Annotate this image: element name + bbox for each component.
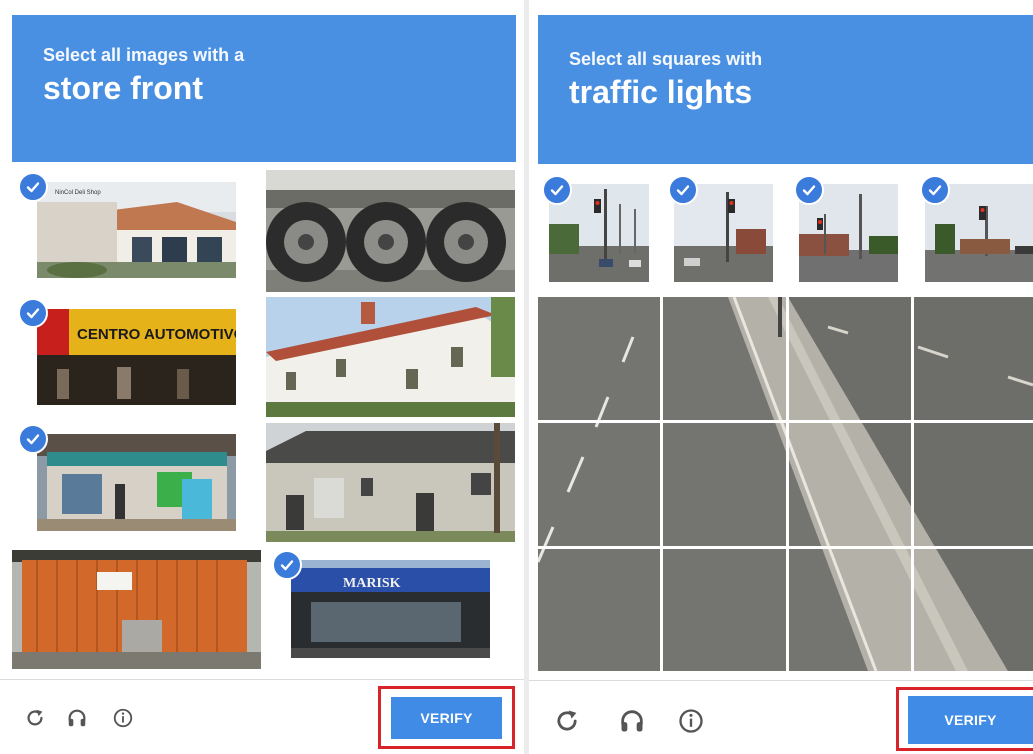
instruction-text: Select all squares with (569, 49, 763, 69)
footer-separator (0, 679, 524, 680)
grid-line (911, 297, 914, 671)
selected-check-icon (272, 550, 302, 580)
instruction-header: Select all images with a store front (12, 15, 516, 162)
reload-icon[interactable] (550, 704, 584, 738)
info-icon[interactable] (674, 704, 708, 738)
captcha-panel-traffic-lights: Select all squares with traffic lights V… (529, 0, 1033, 754)
selected-check-icon (18, 424, 48, 454)
info-icon[interactable] (110, 705, 136, 731)
footer-separator (529, 680, 1033, 681)
image-tile-8[interactable]: MARISK (291, 560, 490, 658)
headphones-icon[interactable] (615, 704, 649, 738)
image-tile-7[interactable] (12, 550, 261, 669)
selected-check-icon (18, 298, 48, 328)
selected-check-icon (542, 175, 572, 205)
instruction-header: Select all squares with traffic lights (538, 15, 1033, 164)
instruction-target: store front (43, 70, 203, 106)
image-tile-3[interactable]: CENTRO AUTOMOTIVO (37, 309, 236, 405)
captcha-panel-store-front: Select all images with a store front Nin… (0, 0, 524, 754)
grid-line (538, 420, 1033, 423)
selected-check-icon (794, 175, 824, 205)
store-sign: CENTRO AUTOMOTIVO (77, 326, 236, 343)
instruction-text: Select all images with a (43, 45, 245, 65)
selected-check-icon (920, 175, 950, 205)
image-tile-5[interactable] (37, 434, 236, 531)
selected-check-icon (18, 172, 48, 202)
store-sign: NinCol Deli Shop (55, 190, 101, 196)
image-tile-2[interactable] (266, 170, 515, 292)
image-tile-1[interactable]: NinCol Deli Shop (37, 182, 236, 278)
store-sign: MARISK (343, 576, 401, 591)
instruction-target: traffic lights (569, 74, 753, 110)
headphones-icon[interactable] (64, 705, 90, 731)
verify-button[interactable]: VERIFY (908, 696, 1033, 744)
reload-icon[interactable] (22, 705, 48, 731)
verify-button[interactable]: VERIFY (391, 697, 502, 739)
grid-line (786, 297, 789, 671)
grid-line (538, 546, 1033, 549)
image-tile-6[interactable] (266, 423, 515, 542)
image-tile-4[interactable] (266, 297, 515, 417)
grid-line (660, 297, 663, 671)
selected-check-icon (668, 175, 698, 205)
